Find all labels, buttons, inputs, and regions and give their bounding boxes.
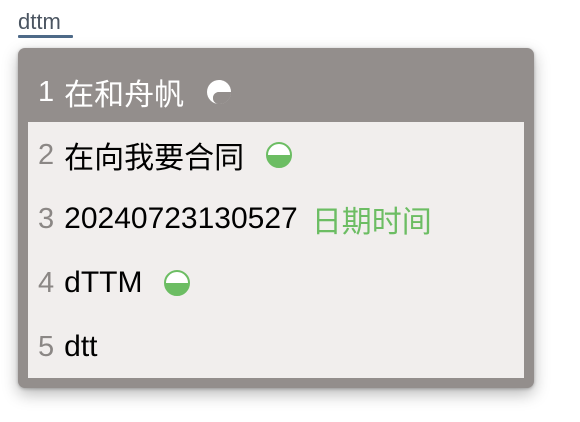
candidate-index: 2 — [38, 138, 55, 171]
candidate-comment: 日期时间 — [311, 206, 432, 239]
yin-yang-icon — [164, 270, 191, 296]
candidate-item-3[interactable]: 3 20240723130527 日期时间 — [28, 187, 524, 251]
candidate-text: dTTM — [64, 266, 143, 299]
candidate-index: 3 — [38, 202, 55, 235]
preedit-underline — [18, 35, 73, 38]
candidate-item-4[interactable]: 4 dTTM — [28, 251, 524, 315]
preedit-text: dttm — [18, 9, 61, 34]
candidate-text: 20240723130527 — [64, 202, 298, 235]
candidate-index: 4 — [38, 266, 55, 299]
ime-screen: dttm 1 在和舟帆 2 在向我要合同 3 20240723130527 日期… — [0, 0, 580, 422]
candidate-panel: 1 在和舟帆 2 在向我要合同 3 20240723130527 日期时间 4 … — [18, 48, 534, 388]
candidate-item-1[interactable]: 1 在和舟帆 — [28, 60, 524, 124]
candidate-index: 5 — [38, 330, 55, 363]
candidate-item-2[interactable]: 2 在向我要合同 — [28, 123, 524, 187]
yin-yang-icon — [207, 80, 232, 104]
candidate-index: 1 — [38, 75, 55, 108]
candidate-text: 在向我要合同 — [64, 142, 245, 175]
candidate-text: 在和舟帆 — [64, 79, 185, 112]
candidate-item-5[interactable]: 5 dtt — [28, 315, 524, 379]
yin-yang-icon — [266, 142, 293, 168]
candidate-text: dtt — [64, 330, 98, 363]
